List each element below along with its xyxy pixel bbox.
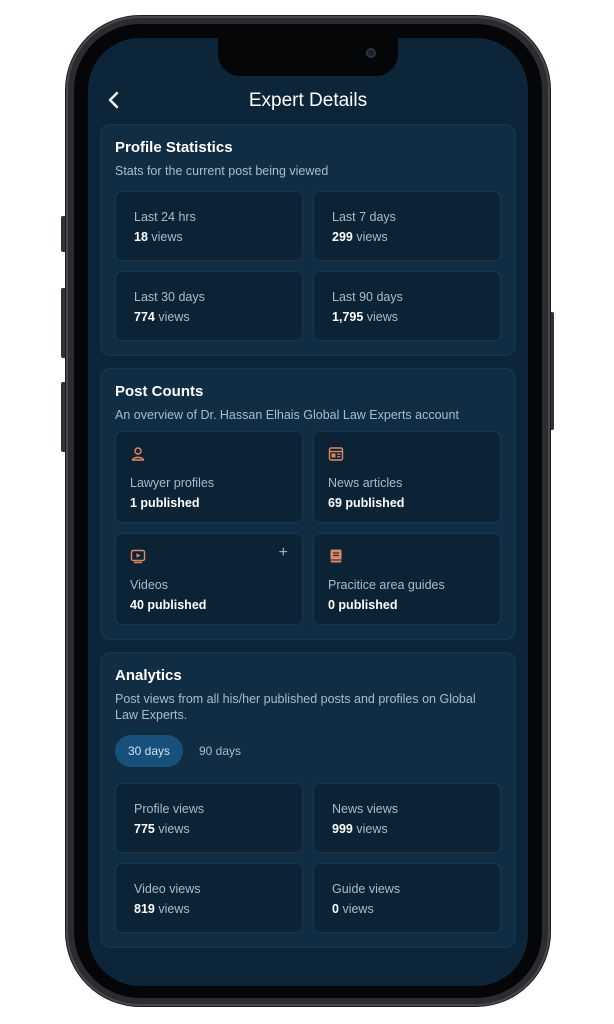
section-title: Post Counts	[115, 383, 204, 400]
card-value: 69 published	[328, 496, 405, 510]
card-value: 1,795 views	[332, 310, 399, 324]
card-label: Video views	[134, 882, 201, 896]
app-screen: Expert Details Profile Statistics Stats …	[88, 38, 528, 986]
stat-card-90d: Last 90 days 1,795 views	[313, 271, 501, 341]
card-value: 0 views	[332, 902, 374, 916]
post-card-practice-guides[interactable]: Pracitice area guides 0 published	[313, 533, 501, 625]
card-value: 819 views	[134, 902, 190, 916]
card-label: News articles	[328, 476, 403, 490]
section-title: Profile Statistics	[115, 139, 233, 156]
page-title: Expert Details	[248, 90, 368, 111]
post-card-videos[interactable]: + Videos 40 published	[115, 533, 303, 625]
video-icon	[130, 548, 146, 564]
card-label: Videos	[130, 578, 168, 592]
card-value: 40 published	[130, 598, 207, 612]
card-label: Pracitice area guides	[328, 578, 445, 592]
card-label: Last 30 days	[134, 290, 205, 304]
post-counts-section: Post Counts An overview of Dr. Hassan El…	[100, 368, 516, 640]
analytics-section: Analytics Post views from all his/her pu…	[100, 652, 516, 948]
section-subtitle: An overview of Dr. Hassan Elhais Global …	[115, 408, 459, 422]
book-icon	[328, 548, 344, 564]
card-label: Last 24 hrs	[134, 210, 196, 224]
top-bar: Expert Details	[88, 76, 528, 128]
post-card-lawyer-profiles[interactable]: Lawyer profiles 1 published	[115, 431, 303, 523]
card-label: Lawyer profiles	[130, 476, 215, 490]
card-value: 0 published	[328, 598, 398, 612]
card-value: 299 views	[332, 230, 388, 244]
stat-card-30d: Last 30 days 774 views	[115, 271, 303, 341]
card-value: 999 views	[332, 822, 388, 836]
analytics-card-video-views: Video views 819 views	[115, 863, 303, 933]
section-subtitle: Stats for the current post being viewed	[115, 164, 329, 178]
news-icon	[328, 446, 344, 462]
card-value: 774 views	[134, 310, 190, 324]
user-icon	[130, 446, 146, 462]
card-value: 1 published	[130, 496, 200, 510]
camera-icon	[366, 48, 376, 58]
profile-statistics-section: Profile Statistics Stats for the current…	[100, 124, 516, 356]
card-label: Last 90 days	[332, 290, 403, 304]
analytics-card-profile-views: Profile views 775 views	[115, 783, 303, 853]
card-label: Guide views	[332, 882, 401, 896]
section-title: Analytics	[115, 667, 182, 684]
stat-card-7d: Last 7 days 299 views	[313, 191, 501, 261]
section-subtitle: Post views from all his/her published po…	[115, 692, 476, 722]
tab-90-days[interactable]: 90 days	[189, 735, 251, 767]
card-label: Last 7 days	[332, 210, 396, 224]
card-value: 775 views	[134, 822, 190, 836]
analytics-card-guide-views: Guide views 0 views	[313, 863, 501, 933]
notch	[218, 38, 398, 76]
stat-card-24h: Last 24 hrs 18 views	[115, 191, 303, 261]
card-label: News views	[332, 802, 398, 816]
tab-30-days[interactable]: 30 days	[115, 735, 183, 767]
add-video-icon[interactable]: +	[279, 544, 288, 562]
post-card-news-articles[interactable]: News articles 69 published	[313, 431, 501, 523]
card-label: Profile views	[134, 802, 205, 816]
analytics-card-news-views: News views 999 views	[313, 783, 501, 853]
card-value: 18 views	[134, 230, 183, 244]
